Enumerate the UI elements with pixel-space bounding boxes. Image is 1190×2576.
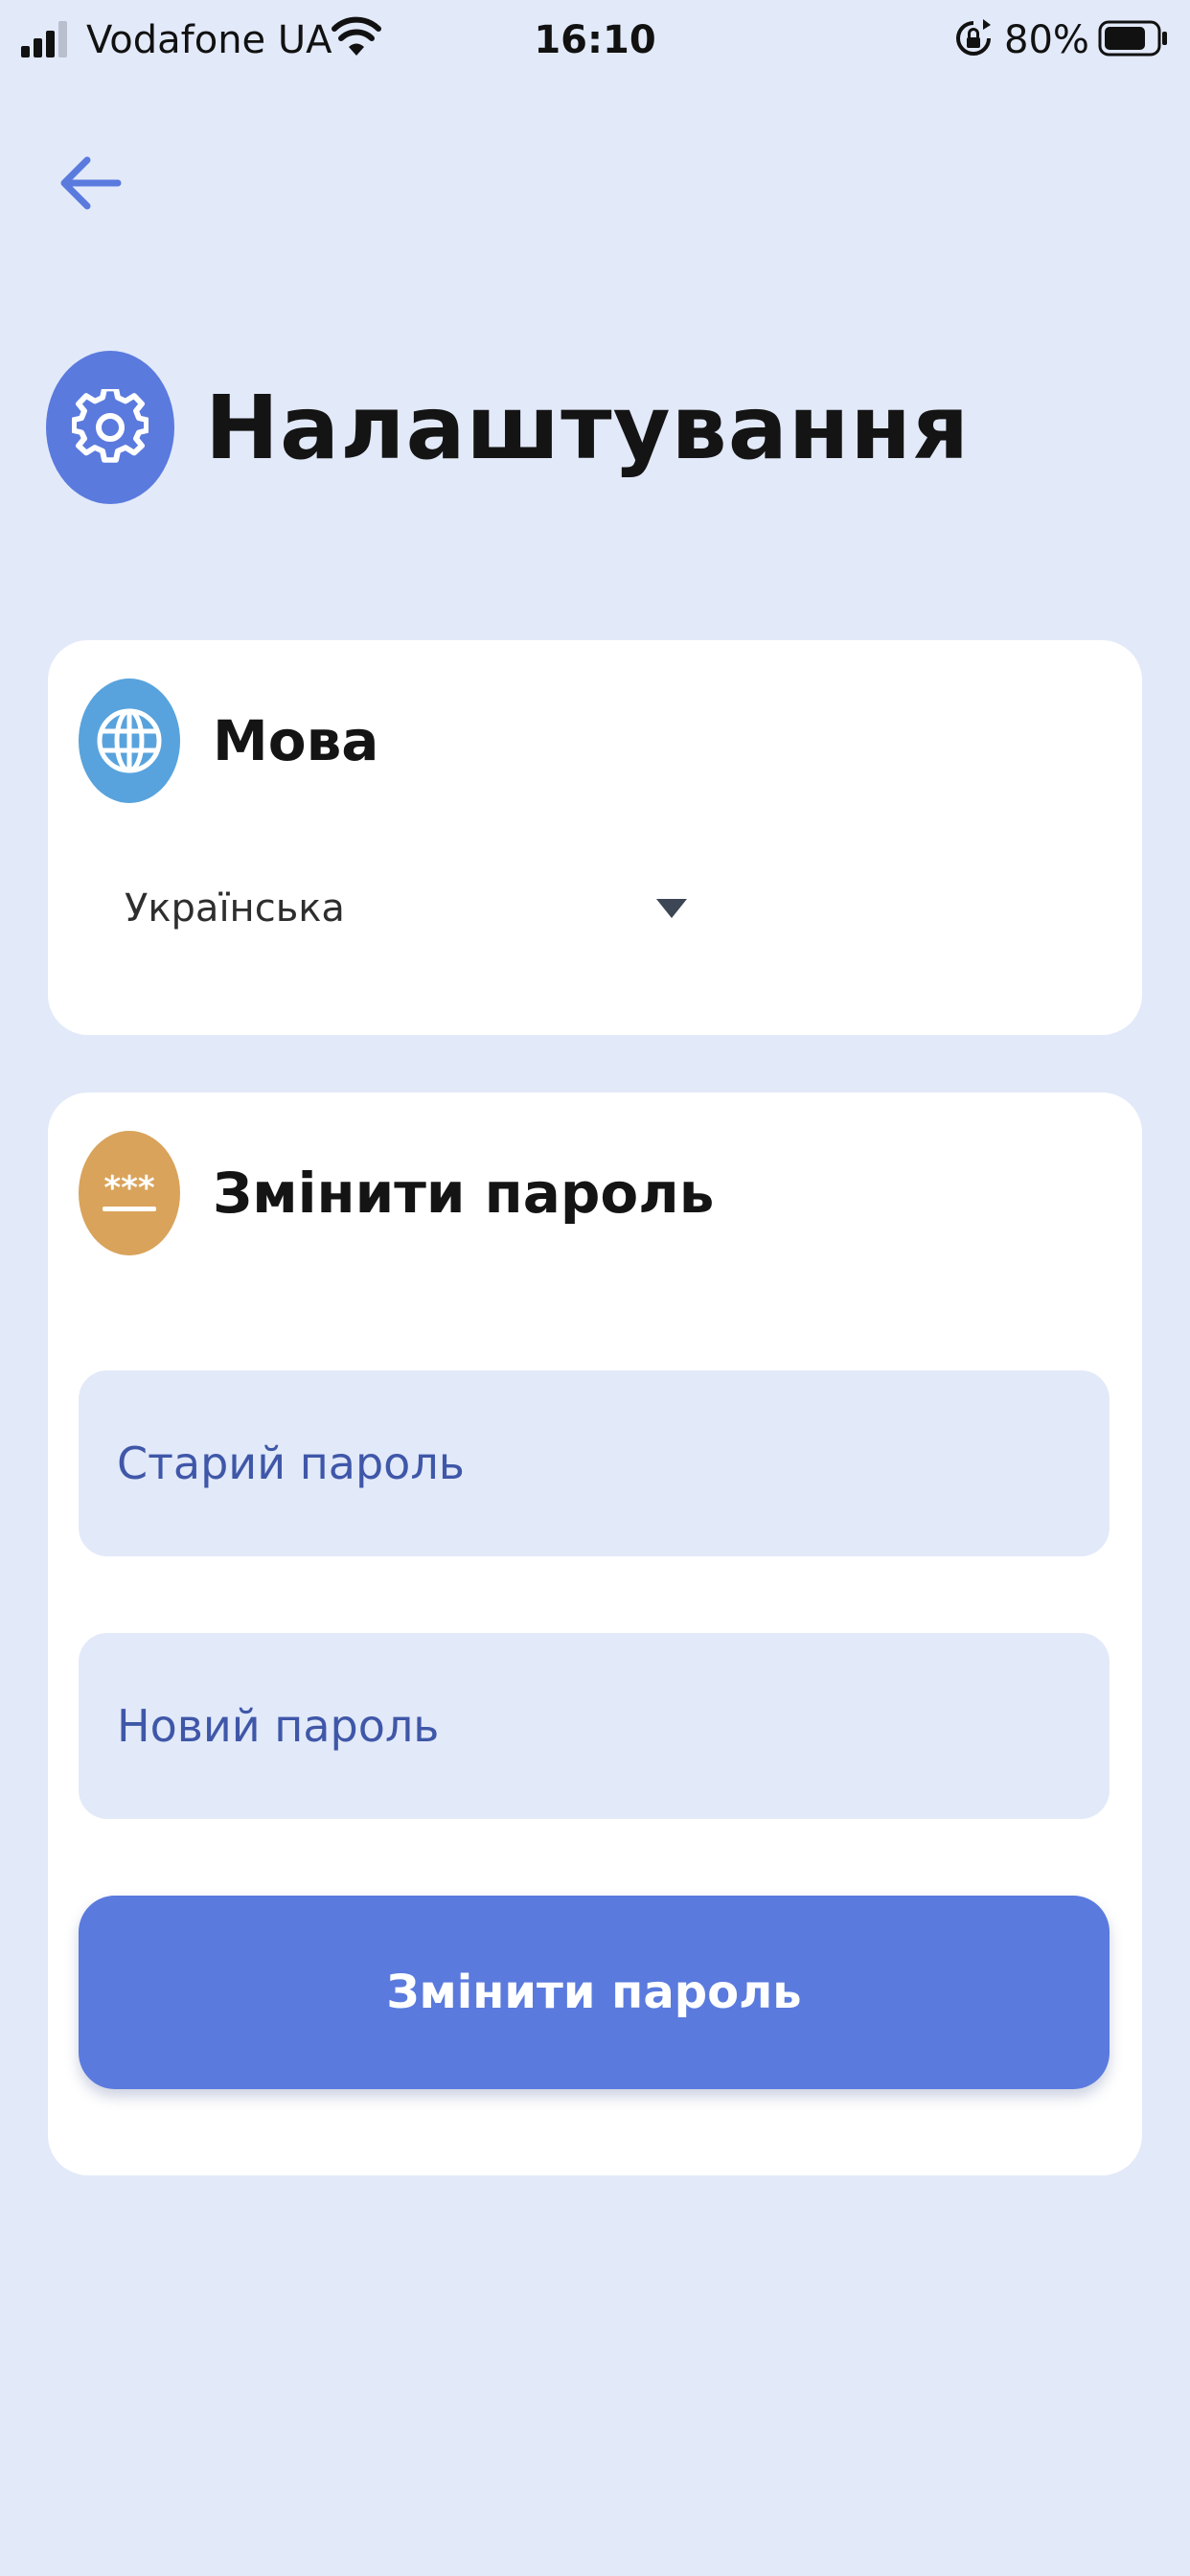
gear-icon [72,389,149,463]
globe-icon [97,708,162,773]
language-card: Мова Українська [48,640,1142,1035]
rotation-lock-icon [956,19,991,56]
password-section-icon: *** [79,1131,180,1255]
svg-text:***: *** [103,1169,155,1208]
battery-percent: 80% [1004,18,1089,62]
arrow-left-icon [60,156,122,210]
change-password-title: Змінити пароль [213,1161,715,1226]
selected-language: Українська [125,886,345,931]
settings-title-icon [46,351,174,504]
password-icon: *** [103,1169,156,1211]
new-password-input[interactable] [79,1633,1110,1819]
change-password-card: *** Змінити пароль Змінити пароль [48,1092,1142,2175]
language-title: Мова [213,708,379,773]
back-button[interactable] [48,142,130,224]
old-password-input[interactable] [79,1370,1110,1556]
chevron-down-icon [656,899,687,918]
battery-icon [1098,20,1167,57]
status-bar: Vodafone UA 16:10 80% [0,0,1190,80]
language-section-icon [79,678,180,803]
page-title: Налаштування [205,377,971,479]
language-dropdown[interactable]: Українська [125,870,699,947]
change-password-button[interactable]: Змінити пароль [79,1896,1110,2089]
